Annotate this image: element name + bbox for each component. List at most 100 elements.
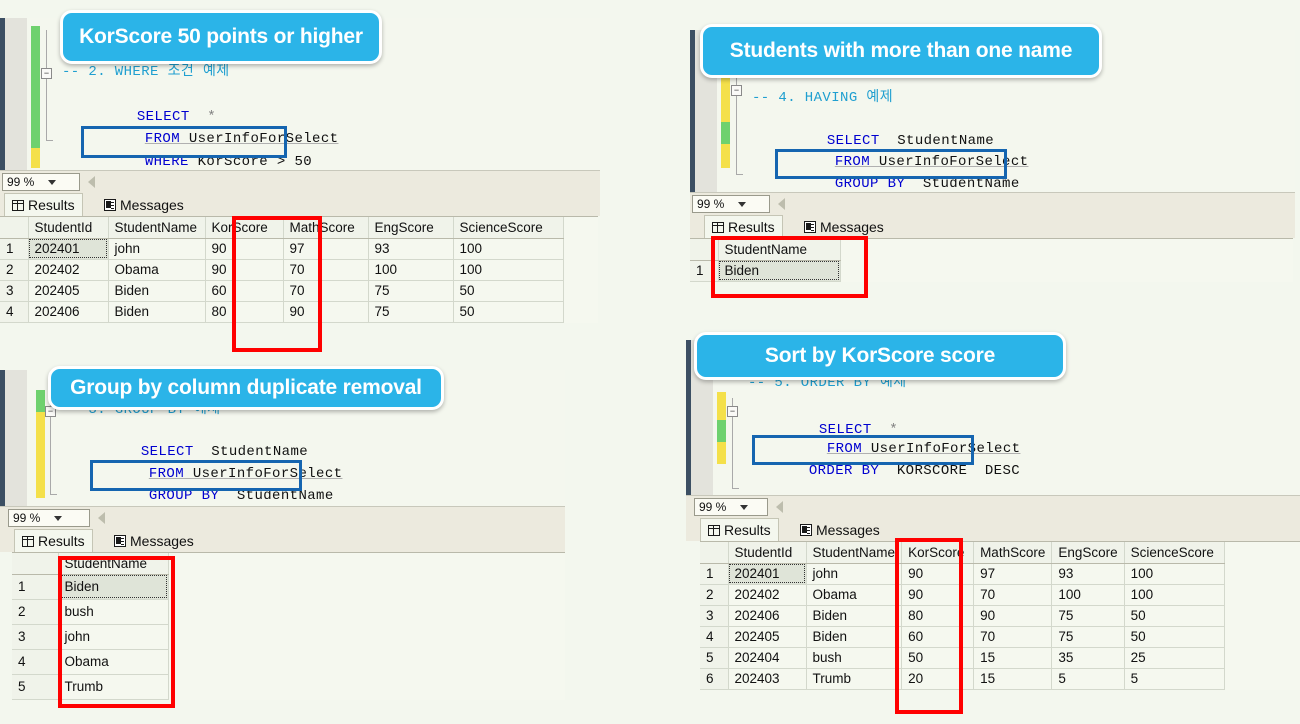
scroll-left-icon[interactable] (98, 512, 105, 524)
cell-studentid[interactable]: 202406 (728, 605, 807, 627)
cell-studentname[interactable]: john (108, 238, 206, 260)
cell-mathscore[interactable]: 70 (283, 259, 369, 281)
col-studentid[interactable]: StudentId (728, 542, 807, 564)
cell-studentname[interactable]: Biden (58, 574, 169, 600)
tab-messages[interactable]: Messages (97, 193, 191, 216)
zoom-level-dropdown[interactable]: 99 % (2, 173, 80, 191)
cell-korscore[interactable]: 80 (205, 301, 284, 323)
cell-korscore[interactable]: 20 (901, 668, 975, 690)
cell-engscore[interactable]: 75 (1051, 626, 1125, 648)
tab-messages[interactable]: Messages (107, 529, 201, 552)
fold-collapse-box[interactable]: − (731, 85, 742, 96)
col-korscore[interactable]: KorScore (901, 542, 975, 564)
cell-mathscore[interactable]: 70 (973, 584, 1053, 606)
cell-studentid[interactable]: 202404 (728, 647, 807, 669)
cell-studentname[interactable]: bush (58, 599, 169, 625)
tab-messages[interactable]: Messages (793, 518, 887, 541)
cell-mathscore[interactable]: 15 (973, 668, 1053, 690)
results-grid-where[interactable]: StudentId StudentName KorScore MathScore… (0, 216, 598, 323)
cell-mathscore[interactable]: 97 (973, 563, 1053, 585)
col-mathscore[interactable]: MathScore (283, 217, 369, 239)
cell-korscore[interactable]: 90 (205, 259, 284, 281)
cell-sciencescore[interactable]: 50 (453, 301, 564, 323)
cell-studentname[interactable]: bush (806, 647, 903, 669)
tab-messages[interactable]: Messages (797, 215, 891, 238)
cell-korscore[interactable]: 60 (901, 626, 975, 648)
fold-collapse-box[interactable]: − (41, 68, 52, 79)
cell-engscore[interactable]: 93 (368, 238, 454, 260)
cell-studentname[interactable]: Biden (718, 260, 841, 282)
col-engscore[interactable]: EngScore (1051, 542, 1125, 564)
cell-studentid[interactable]: 202401 (28, 238, 109, 260)
cell-engscore[interactable]: 100 (368, 259, 454, 281)
col-studentname[interactable]: StudentName (108, 217, 206, 239)
col-studentname[interactable]: StudentName (718, 239, 841, 261)
cell-studentid[interactable]: 202406 (28, 301, 109, 323)
cell-engscore[interactable]: 75 (1051, 605, 1125, 627)
cell-studentid[interactable]: 202405 (728, 626, 807, 648)
col-engscore[interactable]: EngScore (368, 217, 454, 239)
cell-studentname[interactable]: Trumb (58, 674, 169, 700)
scroll-left-icon[interactable] (776, 501, 783, 513)
tab-results[interactable]: Results (704, 215, 783, 238)
results-grid-having[interactable]: StudentName 1 Biden (690, 238, 1293, 282)
cell-mathscore[interactable]: 15 (973, 647, 1053, 669)
cell-sciencescore[interactable]: 100 (453, 238, 564, 260)
cell-mathscore[interactable]: 97 (283, 238, 369, 260)
cell-engscore[interactable]: 75 (368, 280, 454, 302)
cell-korscore[interactable]: 80 (901, 605, 975, 627)
results-grid-groupby[interactable]: StudentName 1 Biden 2 bush 3 john 4 Obam… (12, 552, 565, 700)
cell-studentname[interactable]: Obama (58, 649, 169, 675)
cell-studentname[interactable]: john (58, 624, 169, 650)
cell-engscore[interactable]: 5 (1051, 668, 1125, 690)
col-sciencescore[interactable]: ScienceScore (453, 217, 564, 239)
cell-mathscore[interactable]: 90 (283, 301, 369, 323)
scroll-left-icon[interactable] (88, 176, 95, 188)
cell-studentname[interactable]: Biden (108, 280, 206, 302)
tab-results[interactable]: Results (700, 518, 779, 541)
cell-studentid[interactable]: 202405 (28, 280, 109, 302)
col-studentname[interactable]: StudentName (58, 553, 169, 575)
cell-engscore[interactable]: 100 (1051, 584, 1125, 606)
cell-studentname[interactable]: Trumb (806, 668, 903, 690)
results-grid-orderby[interactable]: StudentId StudentName KorScore MathScore… (700, 541, 1300, 690)
cell-sciencescore[interactable]: 50 (1124, 626, 1225, 648)
cell-sciencescore[interactable]: 5 (1124, 668, 1225, 690)
cell-mathscore[interactable]: 90 (973, 605, 1053, 627)
cell-studentname[interactable]: Biden (806, 605, 903, 627)
zoom-level-dropdown[interactable]: 99 % (692, 195, 770, 213)
cell-korscore[interactable]: 90 (901, 563, 975, 585)
cell-sciencescore[interactable]: 100 (1124, 563, 1225, 585)
cell-engscore[interactable]: 93 (1051, 563, 1125, 585)
cell-studentid[interactable]: 202402 (28, 259, 109, 281)
cell-studentid[interactable]: 202403 (728, 668, 807, 690)
cell-sciencescore[interactable]: 50 (453, 280, 564, 302)
cell-korscore[interactable]: 90 (205, 238, 284, 260)
cell-engscore[interactable]: 75 (368, 301, 454, 323)
cell-studentname[interactable]: john (806, 563, 903, 585)
cell-studentname[interactable]: Biden (108, 301, 206, 323)
cell-korscore[interactable]: 50 (901, 647, 975, 669)
cell-studentid[interactable]: 202402 (728, 584, 807, 606)
tab-results[interactable]: Results (14, 529, 93, 552)
cell-mathscore[interactable]: 70 (973, 626, 1053, 648)
cell-sciencescore[interactable]: 100 (1124, 584, 1225, 606)
cell-studentname[interactable]: Obama (108, 259, 206, 281)
cell-korscore[interactable]: 60 (205, 280, 284, 302)
cell-studentid[interactable]: 202401 (728, 563, 807, 585)
cell-korscore[interactable]: 90 (901, 584, 975, 606)
cell-mathscore[interactable]: 70 (283, 280, 369, 302)
cell-sciencescore[interactable]: 100 (453, 259, 564, 281)
scroll-left-icon[interactable] (778, 198, 785, 210)
col-studentid[interactable]: StudentId (28, 217, 109, 239)
fold-collapse-box[interactable]: − (727, 406, 738, 417)
col-korscore[interactable]: KorScore (205, 217, 284, 239)
zoom-level-dropdown[interactable]: 99 % (694, 498, 768, 516)
cell-sciencescore[interactable]: 25 (1124, 647, 1225, 669)
cell-studentname[interactable]: Biden (806, 626, 903, 648)
cell-engscore[interactable]: 35 (1051, 647, 1125, 669)
zoom-level-dropdown[interactable]: 99 % (8, 509, 90, 527)
tab-results[interactable]: Results (4, 193, 83, 216)
cell-studentname[interactable]: Obama (806, 584, 903, 606)
cell-sciencescore[interactable]: 50 (1124, 605, 1225, 627)
